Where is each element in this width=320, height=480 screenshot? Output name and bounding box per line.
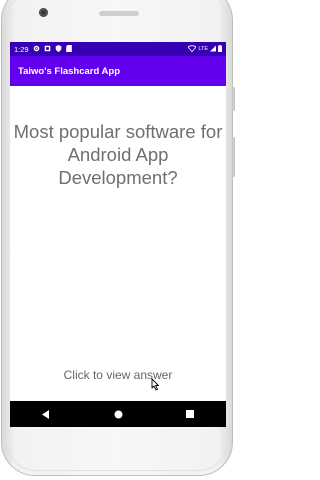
earpiece-speaker — [99, 11, 139, 16]
app-bar: Taiwo's Flashcard App — [10, 56, 226, 86]
navigation-bar — [10, 401, 226, 427]
view-answer-button[interactable]: Click to view answer — [10, 368, 226, 382]
status-bar: 1:29 LTE — [10, 42, 226, 56]
back-icon[interactable] — [31, 401, 61, 427]
notification-icon — [44, 45, 51, 54]
battery-icon — [218, 44, 222, 54]
status-time: 1:29 — [14, 44, 29, 54]
shield-icon — [55, 44, 62, 54]
device-frame-stage: 1:29 LTE Taiwo's Flashcard App Most popu… — [0, 0, 236, 480]
sd-card-icon — [65, 44, 72, 54]
app-title: Taiwo's Flashcard App — [18, 65, 121, 77]
volume-button — [232, 137, 235, 177]
status-right-cluster: LTE — [187, 44, 222, 54]
flashcard-content: Most popular software for Android App De… — [10, 86, 226, 401]
power-button — [232, 87, 235, 111]
home-icon[interactable] — [103, 401, 133, 427]
settings-icon — [33, 45, 40, 54]
front-camera — [39, 8, 48, 17]
device-screen: 1:29 LTE Taiwo's Flashcard App Most popu… — [10, 42, 226, 427]
flashcard-question[interactable]: Most popular software for Android App De… — [10, 120, 226, 189]
recents-icon[interactable] — [175, 401, 205, 427]
wifi-icon — [187, 44, 197, 54]
network-label: LTE — [198, 46, 208, 52]
signal-icon — [210, 45, 216, 54]
mouse-cursor-icon — [151, 378, 160, 396]
